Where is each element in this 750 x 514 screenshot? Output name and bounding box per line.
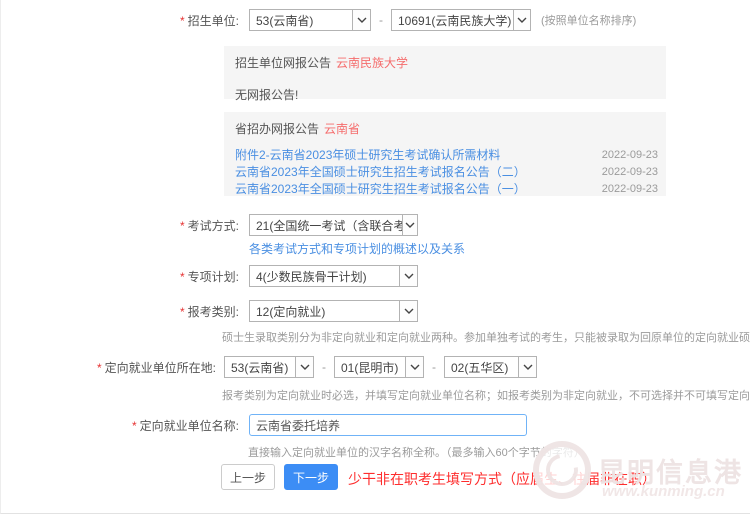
no-notice-message: 无网报公告! [235,86,658,103]
special-plan-select[interactable]: 4(少数民族骨干计划) [249,265,418,287]
required-asterisk: * [97,361,102,375]
announcement-date: 2022-09-23 [602,149,658,161]
admission-unit-label: *招生单位: [1,12,239,29]
province-notice-province-name: 云南省 [324,122,360,136]
registration-form-page: *招生单位: 53(云南省) - 10691(云南民族大学) (按照单位名称排序… [0,0,750,514]
category-hint: 硕士生录取类别分为非定向就业和定向就业两种。参加单独考试的考生，只能被录取为回原… [222,329,750,345]
previous-step-button[interactable]: 上一步 [221,464,275,490]
category-row: *报考类别: 12(定向就业) [1,299,418,323]
announcement-row: 云南省2023年全国硕士研究生招生考试报名公告（一） 2022-09-23 [235,180,658,197]
announcement-link[interactable]: 附件2-云南省2023年硕士研究生考试确认所需材料 [235,146,500,163]
admission-province-value: 53(云南省) [250,12,319,29]
employer-location-row: *定向就业单位所在地: 53(云南省) - 01(昆明市) - 02(五华区) [1,355,537,379]
unit-notice-title: 招生单位网报公告云南民族大学 [235,54,658,71]
admission-unit-value: 10691(云南民族大学) [392,12,513,29]
required-asterisk: * [180,305,185,319]
chevron-down-icon [399,301,417,321]
required-asterisk: * [132,419,137,433]
employer-name-row: *定向就业单位名称: [1,413,527,437]
employer-name-hint: 直接输入定向就业单位的汉字名称全称。（最多输入60个字节的字符） [248,444,585,460]
admission-province-select[interactable]: 53(云南省) [249,9,371,31]
next-step-button[interactable]: 下一步 [284,464,338,490]
required-asterisk: * [180,219,185,233]
employer-name-label: *定向就业单位名称: [1,417,239,434]
province-notice-title-text: 省招办网报公告 [235,122,319,136]
exam-method-value: 21(全国统一考试（含联合考试）) [250,217,402,234]
employer-city-select[interactable]: 01(昆明市) [334,356,424,378]
province-notice-title: 省招办网报公告云南省 [235,120,658,137]
separator-dash: - [432,360,436,374]
chevron-down-icon [405,357,423,377]
category-select[interactable]: 12(定向就业) [249,300,418,322]
watermark-site-url: www.kunming.cn [602,483,725,500]
required-asterisk: * [180,14,185,28]
admission-unit-select[interactable]: 10691(云南民族大学) [391,9,531,31]
province-notice-box: 省招办网报公告云南省 附件2-云南省2023年硕士研究生考试确认所需材料 202… [224,112,666,196]
separator-dash: - [379,13,383,27]
announcement-date: 2022-09-23 [602,183,658,195]
chevron-down-icon [402,215,417,235]
required-asterisk: * [180,270,185,284]
special-plan-row: *专项计划: 4(少数民族骨干计划) [1,264,418,288]
chevron-down-icon [352,10,370,30]
separator-dash: - [322,360,326,374]
unit-notice-box: 招生单位网报公告云南民族大学 无网报公告! [224,46,666,99]
employer-location-hint: 报考类别为定向就业时必选，并填写定向就业单位名称；如报考类别为非定向就业，不可选… [222,387,750,403]
employer-city-value: 01(昆明市) [335,359,404,376]
category-value: 12(定向就业) [250,303,331,320]
employer-name-input[interactable] [249,414,527,436]
employer-province-value: 53(云南省) [225,359,294,376]
sort-order-note: (按照单位名称排序) [541,12,636,28]
watermark-logo-icon [533,441,591,499]
unit-notice-title-text: 招生单位网报公告 [235,56,331,70]
employer-district-select[interactable]: 02(五华区) [444,356,537,378]
chevron-down-icon [399,266,417,286]
chevron-down-icon [295,357,313,377]
announcement-link[interactable]: 云南省2023年全国硕士研究生招生考试报名公告（一） [235,180,526,197]
announcement-row: 云南省2023年全国硕士研究生招生考试报名公告（二） 2022-09-23 [235,163,658,180]
special-plan-value: 4(少数民族骨干计划) [250,268,373,285]
announcement-row: 附件2-云南省2023年硕士研究生考试确认所需材料 2022-09-23 [235,146,658,163]
form-actions: 上一步 下一步 [221,464,338,490]
special-plan-label: *专项计划: [1,268,239,285]
category-label: *报考类别: [1,303,239,320]
exam-method-label: *考试方式: [1,217,239,234]
exam-method-row: *考试方式: 21(全国统一考试（含联合考试）) [1,213,418,237]
employer-province-select[interactable]: 53(云南省) [224,356,314,378]
chevron-down-icon [513,10,530,30]
employer-location-label: *定向就业单位所在地: [1,359,216,376]
admission-unit-row: *招生单位: 53(云南省) - 10691(云南民族大学) (按照单位名称排序… [1,8,636,32]
announcement-date: 2022-09-23 [602,166,658,178]
unit-notice-unit-name: 云南民族大学 [336,56,408,70]
announcement-link[interactable]: 云南省2023年全国硕士研究生招生考试报名公告（二） [235,163,526,180]
exam-method-select[interactable]: 21(全国统一考试（含联合考试）) [249,214,418,236]
employer-district-value: 02(五华区) [445,359,514,376]
exam-method-help-link[interactable]: 各类考试方式和专项计划的概述以及关系 [249,240,465,257]
announcement-list: 附件2-云南省2023年硕士研究生考试确认所需材料 2022-09-23 云南省… [235,146,658,197]
chevron-down-icon [518,357,536,377]
